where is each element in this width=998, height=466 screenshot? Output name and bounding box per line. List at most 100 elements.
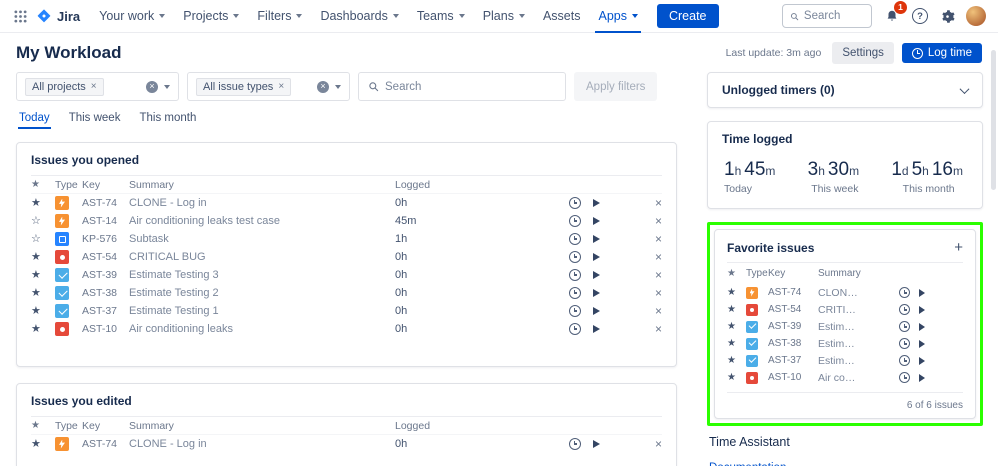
nav-item-assets[interactable]: Assets: [534, 0, 590, 33]
log-time-icon[interactable]: [899, 321, 910, 332]
start-timer-icon[interactable]: [593, 325, 600, 333]
start-timer-icon[interactable]: [593, 440, 600, 448]
start-timer-icon[interactable]: [919, 305, 925, 314]
start-timer-icon[interactable]: [593, 217, 600, 225]
nav-item-filters[interactable]: Filters: [248, 0, 311, 33]
favorite-star-toggle[interactable]: ★: [727, 304, 746, 315]
issue-summary-link[interactable]: Subtask: [129, 233, 395, 245]
sidebar-link-documentation[interactable]: Documentation: [709, 462, 983, 466]
chevron-down-icon[interactable]: [959, 83, 970, 94]
issue-type-filter-select[interactable]: All issue types × ×: [187, 72, 350, 101]
add-favorite-icon[interactable]: +: [954, 240, 963, 255]
issue-summary-link[interactable]: CLONE - Log in: [818, 287, 859, 299]
nav-item-projects[interactable]: Projects: [174, 0, 248, 33]
apply-filters-button[interactable]: Apply filters: [574, 72, 658, 101]
notifications-button[interactable]: 1: [882, 1, 907, 26]
favorite-star-toggle[interactable]: ★: [727, 355, 746, 366]
issue-summary-link[interactable]: Air conditioning leaks: [129, 323, 395, 335]
start-timer-icon[interactable]: [919, 373, 925, 382]
start-timer-icon[interactable]: [593, 289, 600, 297]
start-timer-icon[interactable]: [593, 199, 600, 207]
nav-item-your-work[interactable]: Your work: [90, 0, 174, 33]
remove-row-icon[interactable]: ×: [650, 438, 662, 450]
clear-filter-icon[interactable]: ×: [146, 80, 158, 93]
favorite-star-toggle[interactable]: ★: [727, 372, 746, 383]
log-time-icon[interactable]: [899, 304, 910, 315]
remove-row-icon[interactable]: ×: [650, 197, 662, 209]
favorite-star-toggle[interactable]: ★: [31, 197, 55, 209]
start-timer-icon[interactable]: [919, 339, 925, 348]
log-time-icon[interactable]: [569, 269, 581, 281]
issue-summary-link[interactable]: CRITICAL BUG: [818, 304, 859, 316]
unlogged-timers-card[interactable]: Unlogged timers (0): [707, 72, 983, 108]
log-time-icon[interactable]: [569, 287, 581, 299]
help-button[interactable]: ?: [912, 8, 928, 24]
tab-this-week[interactable]: This week: [68, 110, 122, 129]
user-avatar[interactable]: [966, 6, 986, 26]
global-search-input[interactable]: [803, 10, 864, 22]
jira-logo[interactable]: Jira: [34, 8, 88, 24]
nav-item-apps[interactable]: Apps: [589, 0, 647, 33]
favorite-star-toggle[interactable]: ★: [31, 438, 55, 450]
start-timer-icon[interactable]: [593, 307, 600, 315]
nav-item-teams[interactable]: Teams: [408, 0, 474, 33]
remove-row-icon[interactable]: ×: [650, 269, 662, 281]
issue-summary-link[interactable]: Air conditioning leaks test case: [129, 215, 395, 227]
issue-summary-link[interactable]: CLONE - Log in: [129, 197, 395, 209]
issue-summary-link[interactable]: Estimate Testing 2: [129, 287, 395, 299]
favorite-star-toggle[interactable]: ★: [31, 269, 55, 281]
issue-summary-link[interactable]: CRITICAL BUG: [129, 251, 395, 263]
scrollbar[interactable]: [991, 50, 996, 190]
tab-this-month[interactable]: This month: [138, 110, 197, 129]
remove-row-icon[interactable]: ×: [650, 323, 662, 335]
start-timer-icon[interactable]: [919, 288, 925, 297]
remove-row-icon[interactable]: ×: [650, 305, 662, 317]
favorite-star-toggle[interactable]: ★: [31, 287, 55, 299]
log-time-icon[interactable]: [899, 287, 910, 298]
log-time-icon[interactable]: [569, 323, 581, 335]
issue-summary-link[interactable]: Estimate Testing 3: [818, 321, 859, 333]
favorite-star-toggle[interactable]: ★: [31, 251, 55, 263]
favorite-star-toggle[interactable]: ☆: [31, 233, 55, 245]
favorite-star-toggle[interactable]: ★: [727, 321, 746, 332]
remove-chip-icon[interactable]: ×: [91, 81, 97, 92]
start-timer-icon[interactable]: [919, 356, 925, 365]
settings-gear-button[interactable]: [938, 7, 956, 25]
favorite-star-toggle[interactable]: ★: [727, 338, 746, 349]
issue-search-input[interactable]: [385, 80, 556, 93]
settings-button[interactable]: Settings: [832, 42, 894, 64]
favorite-star-toggle[interactable]: ★: [31, 305, 55, 317]
start-timer-icon[interactable]: [919, 322, 925, 331]
start-timer-icon[interactable]: [593, 271, 600, 279]
remove-row-icon[interactable]: ×: [650, 215, 662, 227]
log-time-icon[interactable]: [569, 197, 581, 209]
log-time-icon[interactable]: [569, 251, 581, 263]
project-filter-select[interactable]: All projects × ×: [16, 72, 179, 101]
issue-summary-link[interactable]: Air conditioning leaks: [818, 372, 859, 384]
issue-summary-link[interactable]: Estimate Testing 2: [818, 338, 859, 350]
nav-item-plans[interactable]: Plans: [474, 0, 534, 33]
favorite-star-toggle[interactable]: ★: [727, 287, 746, 298]
nav-item-dashboards[interactable]: Dashboards: [311, 0, 407, 33]
remove-chip-icon[interactable]: ×: [278, 81, 284, 92]
remove-row-icon[interactable]: ×: [650, 287, 662, 299]
issue-summary-link[interactable]: Estimate Testing 3: [129, 269, 395, 281]
global-search[interactable]: [782, 4, 872, 28]
favorite-star-toggle[interactable]: ☆: [31, 215, 55, 227]
clear-filter-icon[interactable]: ×: [317, 80, 329, 93]
start-timer-icon[interactable]: [593, 253, 600, 261]
log-time-icon[interactable]: [899, 355, 910, 366]
log-time-icon[interactable]: [569, 233, 581, 245]
start-timer-icon[interactable]: [593, 235, 600, 243]
remove-row-icon[interactable]: ×: [650, 233, 662, 245]
issue-summary-link[interactable]: Estimate Testing 1: [129, 305, 395, 317]
log-time-icon[interactable]: [569, 215, 581, 227]
issue-summary-link[interactable]: Estimate Testing 1: [818, 355, 859, 367]
remove-row-icon[interactable]: ×: [650, 251, 662, 263]
log-time-icon[interactable]: [569, 305, 581, 317]
app-switcher-icon[interactable]: [8, 4, 32, 28]
favorite-star-toggle[interactable]: ★: [31, 323, 55, 335]
log-time-icon[interactable]: [899, 372, 910, 383]
issue-summary-link[interactable]: CLONE - Log in: [129, 438, 395, 450]
tab-today[interactable]: Today: [18, 110, 51, 129]
